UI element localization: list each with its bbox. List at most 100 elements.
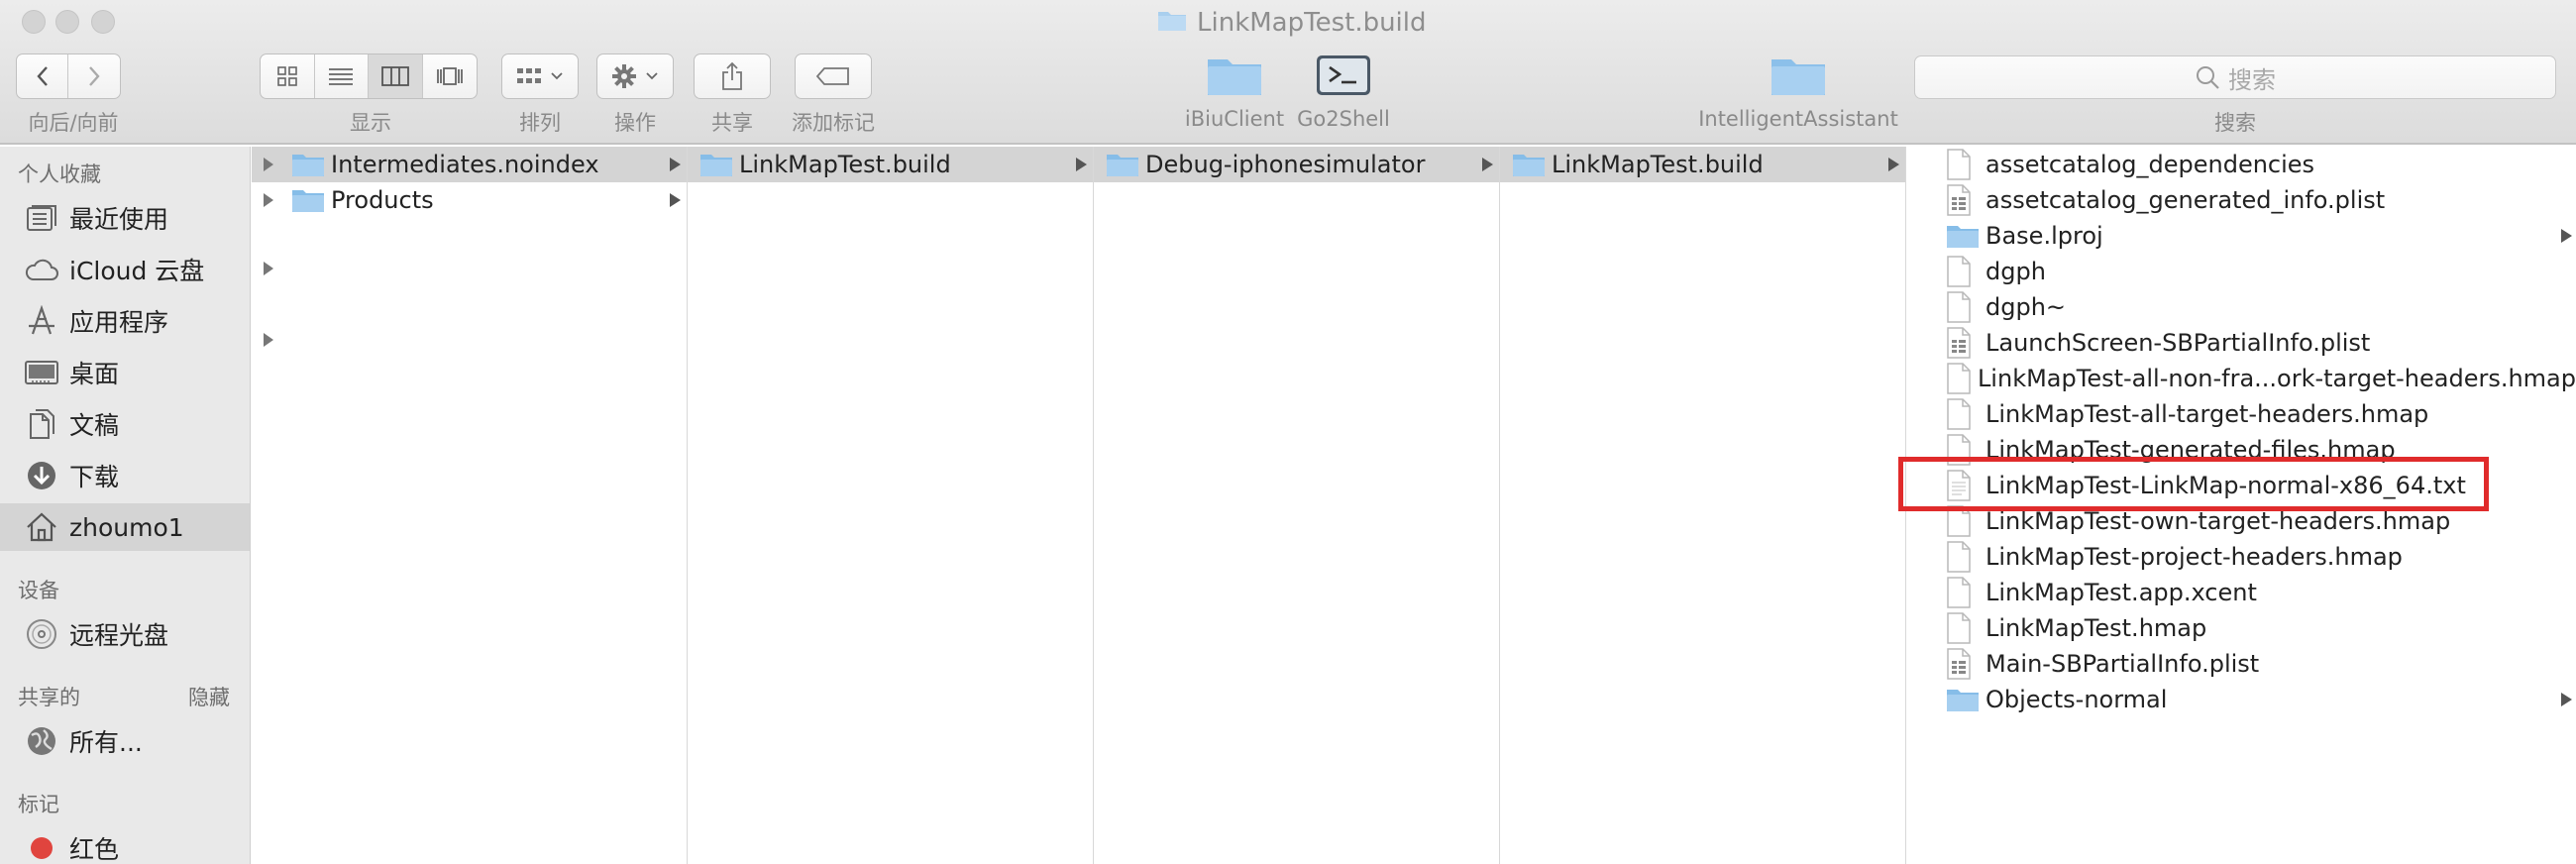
action-label: 操作 <box>614 111 656 135</box>
action-button[interactable] <box>596 54 674 99</box>
file-name: LinkMapTest-all-target-headers.hmap <box>1986 400 2429 428</box>
arrange-label: 排列 <box>519 111 561 135</box>
file-row[interactable]: LinkMapTest-project-headers.hmap <box>1906 539 2576 575</box>
document-icon <box>1946 434 1986 466</box>
arrange-icon <box>517 68 541 83</box>
folder-icon <box>291 152 331 177</box>
file-row[interactable]: LaunchScreen-SBPartialInfo.plist <box>1906 325 2576 361</box>
file-row[interactable]: Objects-normal <box>1906 682 2576 717</box>
file-row[interactable]: LinkMapTest-LinkMap-normal-x86_64.txt <box>1906 468 2576 503</box>
folder-icon <box>699 152 739 177</box>
sidebar-item-tag-red[interactable]: 红色 <box>0 824 250 864</box>
tags-button[interactable] <box>795 54 872 99</box>
file-row[interactable]: LinkMapTest-generated-files.hmap <box>1906 432 2576 468</box>
sidebar-shared-hide-button[interactable]: 隐藏 <box>188 682 230 711</box>
nav-label: 向后/向前 <box>28 111 119 135</box>
search-field[interactable]: 搜索 <box>1914 55 2556 99</box>
file-row-linkmaptest-build-2[interactable]: LinkMapTest.build <box>1500 147 1905 182</box>
plist-file-icon <box>1946 327 1986 359</box>
chevron-right-icon <box>89 66 100 86</box>
toolbar-favorite-label: IntelligentAssistant <box>1698 107 1898 131</box>
toolbar-favorite-label: iBiuClient <box>1184 107 1285 131</box>
file-row[interactable]: LinkMapTest.app.xcent <box>1906 575 2576 610</box>
sidebar-item-icloud[interactable]: iCloud 云盘 <box>0 246 250 293</box>
disclosure-triangle-icon[interactable] <box>264 262 273 275</box>
arrange-button[interactable] <box>501 54 579 99</box>
file-name: LinkMapTest-all-non-fra...ork-target-hea… <box>1977 365 2576 392</box>
toolbar: LinkMapTest.build 向后/向前 显示 排列 操作 共享 添加标记… <box>0 0 2576 145</box>
toolbar-favorite-label: Go2Shell <box>1297 107 1390 131</box>
file-name: LinkMapTest-own-target-headers.hmap <box>1986 507 2451 535</box>
folder-icon <box>1157 8 1187 39</box>
document-icon <box>1946 149 1986 180</box>
close-window-button[interactable] <box>22 10 46 34</box>
file-row[interactable]: dgph~ <box>1906 289 2576 325</box>
file-row[interactable]: dgph <box>1906 254 2576 289</box>
grid-icon <box>276 66 297 86</box>
disc-icon <box>0 618 69 650</box>
gallery-view-button[interactable] <box>423 54 478 98</box>
minimize-window-button[interactable] <box>55 10 79 34</box>
file-row-debug-iphonesimulator[interactable]: Debug-iphonesimulator <box>1094 147 1499 182</box>
tag-icon <box>815 67 849 85</box>
document-icon <box>1946 398 1986 430</box>
back-button[interactable] <box>17 54 69 98</box>
document-icon <box>1946 256 1986 287</box>
sidebar-item-label: 应用程序 <box>69 308 169 337</box>
file-row[interactable]: LinkMapTest-own-target-headers.hmap <box>1906 503 2576 539</box>
folder-icon <box>1771 59 1825 95</box>
list-icon <box>329 68 354 85</box>
file-name: LinkMapTest.build <box>739 151 951 178</box>
file-row-products[interactable]: Products <box>252 182 687 218</box>
disclosure-triangle-icon[interactable] <box>264 333 273 347</box>
share-button[interactable] <box>694 54 771 99</box>
disclosure-triangle-icon[interactable] <box>264 193 273 207</box>
sidebar-item-desktop[interactable]: 桌面 <box>0 349 250 396</box>
file-row[interactable]: LinkMapTest.hmap <box>1906 610 2576 646</box>
toolbar-favorite-ibiuclient[interactable]: iBiuClient <box>1185 54 1284 131</box>
folder-icon <box>1208 59 1261 95</box>
forward-button[interactable] <box>68 54 120 98</box>
file-row[interactable]: assetcatalog_generated_info.plist <box>1906 182 2576 218</box>
column-view-button[interactable] <box>369 54 423 98</box>
chevron-right-icon <box>670 193 681 207</box>
file-row[interactable]: LinkMapTest-all-non-fra...ork-target-hea… <box>1906 361 2576 396</box>
chevron-down-icon <box>646 72 658 80</box>
window-title: LinkMapTest.build <box>1157 6 1427 40</box>
sidebar-item-home[interactable]: zhoumo1 <box>0 503 250 551</box>
file-row[interactable]: Base.lproj <box>1906 218 2576 254</box>
nav-buttons <box>16 54 121 99</box>
sidebar-item-remote-disc[interactable]: 远程光盘 <box>0 610 250 658</box>
sidebar-shared-header: 共享的 <box>18 686 80 709</box>
document-icon <box>1946 505 1986 537</box>
sidebar-item-label: 最近使用 <box>69 205 169 234</box>
cloud-icon <box>0 257 69 282</box>
sidebar-item-downloads[interactable]: 下载 <box>0 452 250 499</box>
sidebar-item-documents[interactable]: 文稿 <box>0 400 250 448</box>
gallery-icon <box>436 67 463 85</box>
toolbar-favorite-go2shell[interactable]: Go2Shell <box>1294 54 1393 131</box>
action-inner <box>597 54 673 98</box>
file-row-intermediates[interactable]: Intermediates.noindex <box>252 147 687 182</box>
sidebar-item-all-shared[interactable]: 所有... <box>0 717 250 765</box>
file-row[interactable]: assetcatalog_dependencies <box>1906 147 2576 182</box>
file-name: dgph~ <box>1986 293 2067 321</box>
file-row[interactable]: Main-SBPartialInfo.plist <box>1906 646 2576 682</box>
disclosure-triangle-icon[interactable] <box>264 158 273 171</box>
icon-view-button[interactable] <box>261 54 315 98</box>
browser-column-5: assetcatalog_dependencies assetcatalog_ge… <box>1906 147 2576 864</box>
sidebar-item-applications[interactable]: 应用程序 <box>0 297 250 345</box>
list-view-button[interactable] <box>315 54 369 98</box>
file-row-linkmaptest-build[interactable]: LinkMapTest.build <box>688 147 1093 182</box>
file-row[interactable]: LinkMapTest-all-target-headers.hmap <box>1906 396 2576 432</box>
toolbar-favorite-intelligentassistant[interactable]: IntelligentAssistant <box>1684 54 1912 131</box>
sidebar-item-recents[interactable]: 最近使用 <box>0 194 250 242</box>
gear-icon <box>612 64 636 88</box>
home-icon <box>0 511 69 543</box>
chevron-right-icon <box>1482 158 1493 171</box>
browser-column-1: Intermediates.noindex Products <box>252 147 688 864</box>
file-name: Products <box>331 186 434 214</box>
sidebar-favorites-header: 个人收藏 <box>18 162 101 186</box>
recents-icon <box>0 203 69 233</box>
zoom-window-button[interactable] <box>91 10 115 34</box>
